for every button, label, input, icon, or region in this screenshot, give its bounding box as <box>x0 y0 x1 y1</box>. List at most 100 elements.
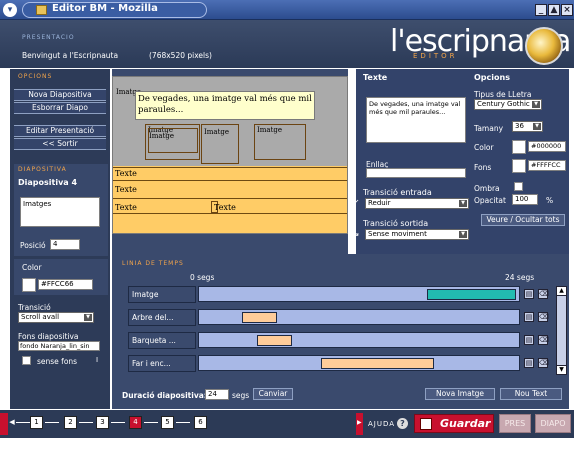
exit-transition-select[interactable]: Sense moviment ▼ <box>365 229 469 240</box>
text-preview[interactable]: De vegades, una imatge val més que mil p… <box>366 97 466 143</box>
timeline-row-label[interactable]: Imatge <box>128 286 196 303</box>
image-box-4[interactable]: Imatge <box>254 124 306 160</box>
transition-select[interactable]: Scroll avall ▼ <box>18 312 94 323</box>
timeline-segment[interactable] <box>256 335 292 346</box>
delete-slide-button[interactable]: Esborrar Diapo <box>14 102 106 114</box>
trash-icon[interactable]: ⌫ <box>538 358 549 368</box>
maximize-icon[interactable]: ▲ <box>548 4 560 16</box>
color-field[interactable]: #FFCC66 <box>38 279 93 290</box>
logo-icon <box>525 27 563 65</box>
step-6[interactable]: 6 <box>194 416 207 429</box>
duration-unit: segs <box>232 391 250 400</box>
new-slide-button[interactable]: Nova Diapositiva <box>14 89 106 101</box>
row-divider <box>113 213 347 214</box>
size-select[interactable]: 36 ▼ <box>512 121 543 132</box>
timeline-bar[interactable] <box>198 286 520 302</box>
row-divider <box>113 180 347 181</box>
step-3[interactable]: 3 <box>96 416 109 429</box>
new-text-button[interactable]: Nou Text <box>500 388 562 400</box>
size-label: Tamany <box>474 124 504 133</box>
diapo-button[interactable]: DIAPO <box>535 414 571 433</box>
step-2[interactable]: 2 <box>64 416 77 429</box>
window-title: Editor BM - Mozilla <box>52 3 158 14</box>
chevron-down-icon: ▼ <box>84 314 92 321</box>
step-1[interactable]: 1 <box>30 416 43 429</box>
nav-left[interactable] <box>0 413 8 435</box>
color-swatch[interactable] <box>22 278 36 292</box>
toggle-all-button[interactable]: Veure / Ocultar tots <box>481 214 565 226</box>
text-row-2[interactable]: Texte <box>115 185 137 194</box>
timeline-bar[interactable] <box>198 332 520 348</box>
slide-name: Diapositiva 4 <box>18 178 78 187</box>
document-icon[interactable]: ▤ <box>524 335 534 345</box>
opacity-field[interactable]: 100 <box>512 194 538 205</box>
position-field[interactable]: 4 <box>50 239 80 250</box>
text-color-swatch[interactable] <box>512 140 526 154</box>
timeline-row-label[interactable]: Barqueta ... <box>128 332 196 349</box>
timeline-end: 24 segs <box>505 273 535 282</box>
new-image-button[interactable]: Nova Imatge <box>425 388 495 400</box>
help-label[interactable]: AJUDA <box>368 420 395 428</box>
step-connector <box>176 422 190 423</box>
timeline-segment[interactable] <box>426 289 516 300</box>
shadow-checkbox[interactable] <box>514 182 523 191</box>
size-value: 36 <box>515 122 524 130</box>
font-select[interactable]: Century Gothic ▼ <box>474 99 542 110</box>
timeline-scrollbar[interactable] <box>556 286 567 375</box>
slide-name-field[interactable]: Imatges <box>20 197 100 227</box>
document-icon[interactable]: ▤ <box>524 312 534 322</box>
text-bg-swatch[interactable] <box>512 159 526 173</box>
text-color-field[interactable]: #000000 <box>528 141 566 152</box>
welcome-text: Benvingut a l'Escripnauta <box>22 51 119 60</box>
text-row-1[interactable]: Texte <box>115 169 137 178</box>
row-divider <box>113 198 347 199</box>
duration-field[interactable]: 24 <box>205 389 229 400</box>
scroll-down-icon[interactable]: ▼ <box>556 365 567 375</box>
timeline-row-label[interactable]: Arbre del... <box>128 309 196 326</box>
row-divider <box>113 167 347 168</box>
trash-icon[interactable]: ⌫ <box>538 289 549 299</box>
minimize-icon[interactable]: _ <box>535 4 547 16</box>
step-4-active[interactable]: 4 <box>129 416 142 429</box>
trash-icon[interactable]: ⌫ <box>538 335 549 345</box>
font-type-label: Tipus de LLetra <box>474 90 532 99</box>
page-bottom <box>0 438 574 459</box>
no-bg-checkbox[interactable] <box>22 356 31 365</box>
opacity-label: Opacitat <box>474 196 506 205</box>
step-connector <box>45 422 59 423</box>
shadow-label: Ombra <box>474 184 500 193</box>
position-label: Posició <box>20 241 46 250</box>
step-5[interactable]: 5 <box>161 416 174 429</box>
timeline-segment[interactable] <box>241 312 277 323</box>
header-section: PRESENTACIO <box>22 34 75 41</box>
text-bg-field[interactable]: #FFFFCC <box>528 160 566 171</box>
link-field[interactable] <box>366 168 466 178</box>
scroll-up-icon[interactable]: ▲ <box>556 286 567 296</box>
timeline-bar[interactable] <box>198 309 520 325</box>
timeline-bar[interactable] <box>198 355 520 371</box>
edit-presentation-button[interactable]: Editar Presentació <box>14 125 106 137</box>
timeline-segment[interactable] <box>320 358 435 369</box>
help-icon[interactable]: ? <box>397 418 408 429</box>
close-icon[interactable]: × <box>561 4 573 16</box>
save-button[interactable]: Guardar <box>414 414 494 433</box>
image-box-2[interactable]: Imatge <box>148 128 198 153</box>
timeline-row-label[interactable]: Far i enc... <box>128 355 196 372</box>
bg-field[interactable]: fondo Naranja_lin_sin <box>18 341 100 351</box>
document-icon[interactable]: ▤ <box>524 358 534 368</box>
caption-box[interactable]: De vegades, una imatge val més que mil p… <box>135 91 315 120</box>
exit-button[interactable]: << Sortir <box>14 138 106 150</box>
image-box-3[interactable]: Imatge <box>201 124 239 164</box>
arrow-left-icon[interactable]: ◀ <box>8 416 16 429</box>
document-icon[interactable]: ▤ <box>524 289 534 299</box>
text-row-3-right[interactable]: Texte <box>214 203 236 212</box>
trash-icon[interactable]: ⌫ <box>538 312 549 322</box>
change-duration-button[interactable]: Canviar <box>253 388 293 400</box>
text-row-3[interactable]: Texte <box>115 203 137 212</box>
entry-transition-select[interactable]: Reduir ▼ <box>365 198 469 209</box>
step-connector <box>144 422 158 423</box>
window-menu-icon[interactable]: ▾ <box>3 3 17 17</box>
pres-button[interactable]: PRES <box>499 414 531 433</box>
options-title-right: Opcions <box>474 73 510 82</box>
arrow-right-icon[interactable]: ▶ <box>357 416 363 429</box>
